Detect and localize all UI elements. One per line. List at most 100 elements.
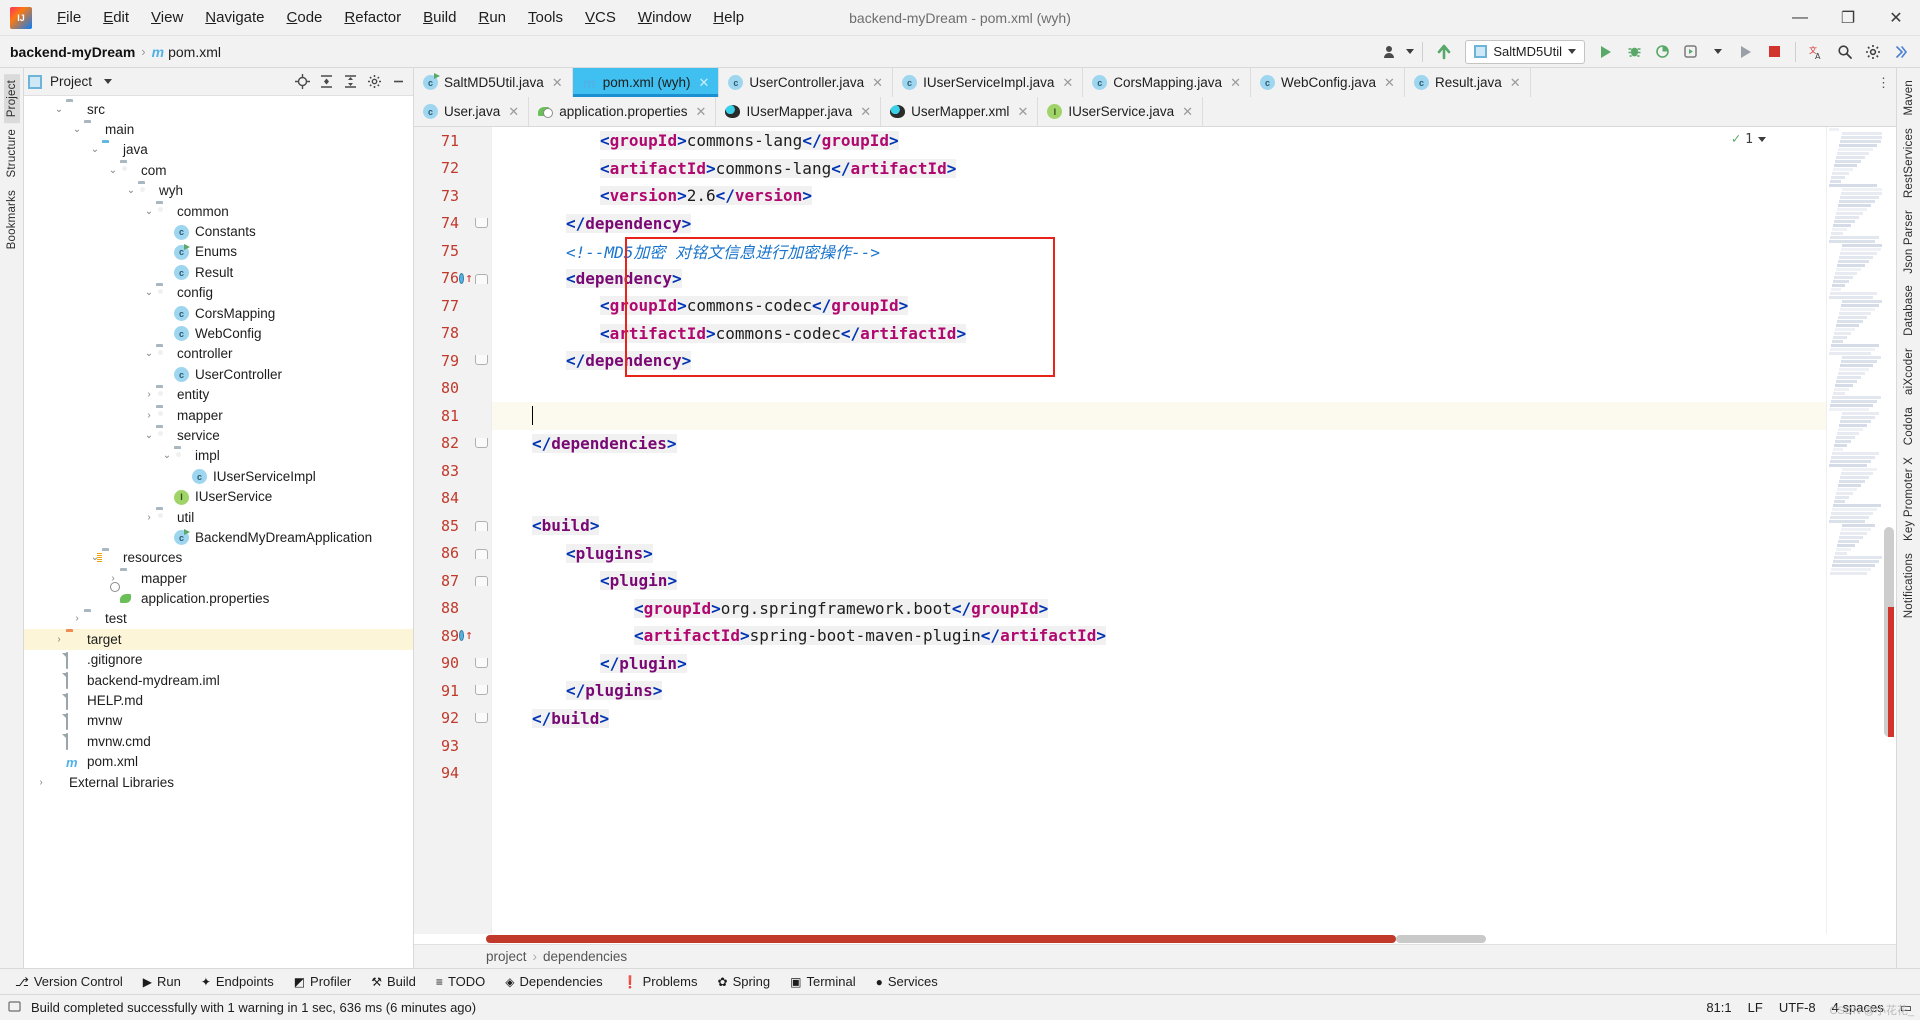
- close-tab-icon[interactable]: ✕: [696, 104, 707, 120]
- code-line[interactable]: </dependencies >: [492, 430, 1826, 458]
- gutter-line[interactable]: 92: [414, 705, 491, 733]
- fold-marker[interactable]: [473, 272, 488, 285]
- code-line[interactable]: [492, 375, 1826, 403]
- fold-marker[interactable]: [473, 712, 488, 725]
- gutter-line[interactable]: 76 ↑: [414, 265, 491, 293]
- gutter-line[interactable]: 74: [414, 210, 491, 238]
- tree-node-mvnw-cmd[interactable]: mvnw.cmd: [24, 731, 413, 751]
- tree-node-mapper[interactable]: › mapper: [24, 405, 413, 425]
- editor-tab-application-properties[interactable]: application.properties ✕: [529, 97, 717, 126]
- menu-item-build[interactable]: Build: [412, 5, 467, 30]
- tree-node-target[interactable]: › target: [24, 629, 413, 650]
- gutter-line[interactable]: 82: [414, 430, 491, 458]
- gutter-line[interactable]: 72: [414, 155, 491, 183]
- editor-tab-usermapper-xml[interactable]: UserMapper.xml ✕: [881, 97, 1039, 126]
- tree-node-external-libraries[interactable]: › External Libraries: [24, 772, 413, 792]
- tree-node-java[interactable]: ⌄ java: [24, 140, 413, 160]
- fold-marker[interactable]: [473, 657, 488, 670]
- menu-item-run[interactable]: Run: [467, 5, 517, 30]
- fold-marker[interactable]: [473, 437, 488, 450]
- menu-item-file[interactable]: File: [46, 5, 92, 30]
- menu-item-window[interactable]: Window: [627, 5, 702, 30]
- tree-node-backend-mydream-iml[interactable]: backend-mydream.iml: [24, 670, 413, 690]
- tree-node-main[interactable]: ⌄ main: [24, 119, 413, 139]
- gear-icon[interactable]: [1860, 39, 1886, 65]
- gutter-line[interactable]: 83: [414, 457, 491, 485]
- tree-node-help-md[interactable]: HELP.md: [24, 690, 413, 710]
- debug-button[interactable]: [1621, 39, 1647, 65]
- tree-node--gitignore[interactable]: .gitignore: [24, 650, 413, 670]
- chevron-right-icon[interactable]: ›: [34, 777, 48, 788]
- tool-window-button-build[interactable]: ⚒ Build: [362, 972, 425, 991]
- gutter-line[interactable]: 90: [414, 650, 491, 678]
- inspection-chevron-down-icon[interactable]: [1758, 136, 1766, 142]
- menu-item-help[interactable]: Help: [702, 5, 755, 30]
- tool-button-codota[interactable]: Codota: [1901, 401, 1917, 451]
- code-line[interactable]: [492, 760, 1826, 788]
- gutter-line[interactable]: 79: [414, 347, 491, 375]
- bookmark-icon[interactable]: [459, 272, 465, 284]
- close-tab-icon[interactable]: ✕: [1017, 104, 1028, 120]
- tree-node-impl[interactable]: ⌄ impl: [24, 446, 413, 466]
- gutter-line[interactable]: 87: [414, 567, 491, 595]
- close-tab-icon[interactable]: ✕: [698, 75, 709, 91]
- user-profile-icon[interactable]: [1378, 39, 1404, 65]
- gutter-line[interactable]: 81: [414, 402, 491, 430]
- tool-button-project[interactable]: Project: [3, 74, 20, 124]
- tool-button-bookmarks[interactable]: Bookmarks: [4, 184, 20, 255]
- code-line[interactable]: </plugins >: [492, 677, 1826, 705]
- fold-marker[interactable]: [473, 217, 488, 230]
- run-with-coverage-button[interactable]: [1649, 39, 1675, 65]
- tree-node-webconfig[interactable]: c WebConfig: [24, 323, 413, 343]
- tool-window-button-run[interactable]: ▶ Run: [134, 972, 190, 991]
- tool-window-button-terminal[interactable]: ▣ Terminal: [781, 972, 864, 991]
- search-everywhere-icon[interactable]: [1832, 39, 1858, 65]
- locate-icon[interactable]: [291, 71, 313, 93]
- editor-tab-saltmd5util-java[interactable]: c SaltMD5Util.java ✕: [414, 68, 573, 97]
- run-configuration-selector[interactable]: SaltMD5Util: [1465, 39, 1585, 64]
- collapse-all-icon[interactable]: [339, 71, 361, 93]
- close-tab-icon[interactable]: ✕: [1510, 75, 1521, 91]
- tree-node-iuserservice[interactable]: I IUserService: [24, 486, 413, 506]
- breadcrumb-project[interactable]: project: [486, 949, 527, 964]
- chevron-down-icon[interactable]: ⌄: [142, 287, 156, 298]
- fold-marker[interactable]: [473, 684, 488, 697]
- editor-scrollbar[interactable]: [1882, 127, 1896, 934]
- code-line[interactable]: [492, 402, 1826, 430]
- translate-icon[interactable]: 文A: [1804, 39, 1830, 65]
- close-button[interactable]: ✕: [1872, 0, 1920, 36]
- gutter-line[interactable]: 73: [414, 182, 491, 210]
- error-stripe-marker[interactable]: [1888, 607, 1894, 737]
- profile-run-button[interactable]: [1677, 39, 1703, 65]
- tree-node-common[interactable]: ⌄ common: [24, 201, 413, 221]
- gutter-line[interactable]: 85: [414, 512, 491, 540]
- code-line[interactable]: </dependency >: [492, 347, 1826, 375]
- close-tab-icon[interactable]: ✕: [872, 75, 883, 91]
- close-tab-icon[interactable]: ✕: [1384, 75, 1395, 91]
- gutter-line[interactable]: 93: [414, 732, 491, 760]
- chevron-down-icon[interactable]: ⌄: [88, 144, 102, 155]
- code-line[interactable]: < groupId > commons-lang </groupId >: [492, 127, 1826, 155]
- hide-panel-icon[interactable]: [387, 71, 409, 93]
- project-view-chevron-down-icon[interactable]: [104, 79, 113, 84]
- chevron-down-icon[interactable]: ⌄: [142, 348, 156, 359]
- code-content[interactable]: ✓ 1 < groupId > commons-lang </groupId > < arti…: [492, 127, 1826, 934]
- menu-item-tools[interactable]: Tools: [517, 5, 574, 30]
- tree-node-util[interactable]: › util: [24, 507, 413, 527]
- code-line[interactable]: < plugin >: [492, 567, 1826, 595]
- code-minimap[interactable]: [1826, 127, 1882, 934]
- tool-window-button-endpoints[interactable]: ✦ Endpoints: [192, 972, 283, 991]
- minimize-button[interactable]: —: [1776, 0, 1824, 36]
- tool-button-database[interactable]: Database: [1901, 279, 1917, 342]
- tree-node-result[interactable]: c Result: [24, 262, 413, 282]
- chevron-down-icon[interactable]: ⌄: [160, 450, 174, 461]
- close-tab-icon[interactable]: ✕: [1062, 75, 1073, 91]
- caret-position[interactable]: 81:1: [1706, 1000, 1731, 1015]
- code-line[interactable]: < build >: [492, 512, 1826, 540]
- chevron-down-icon[interactable]: ⌄: [142, 206, 156, 217]
- tree-node-application-properties[interactable]: application.properties: [24, 588, 413, 608]
- tool-button-maven[interactable]: Maven: [1901, 74, 1917, 122]
- project-tree[interactable]: ⌄ src ⌄ main ⌄ java ⌄ com ⌄ wyh ⌄ common c Constants c…: [24, 96, 413, 968]
- chevron-down-icon[interactable]: ⌄: [106, 165, 120, 176]
- tree-node-pom-xml[interactable]: m pom.xml: [24, 752, 413, 772]
